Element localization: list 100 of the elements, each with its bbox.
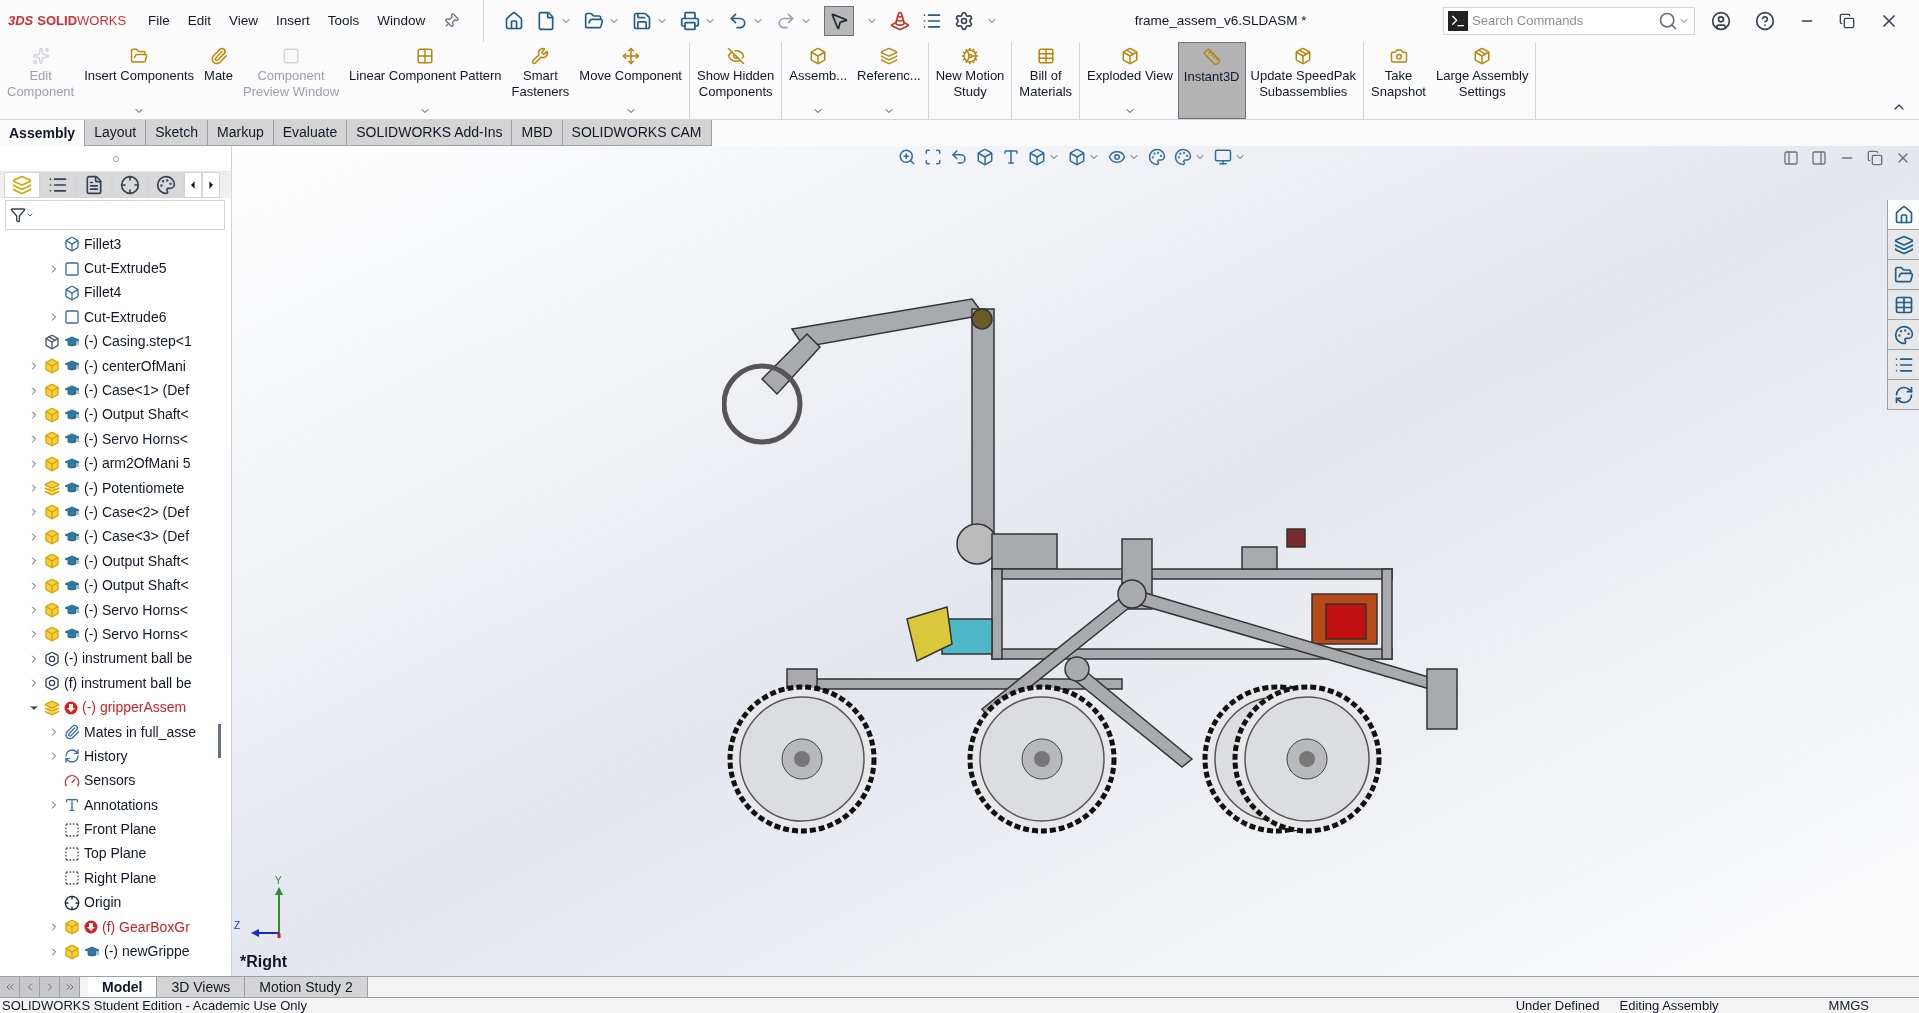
ribbon-button[interactable]: Move Component — [574, 42, 687, 119]
apply-scene-icon[interactable] — [1174, 148, 1192, 166]
hide-show-icon[interactable] — [1108, 148, 1126, 166]
crosshair-icon[interactable] — [112, 172, 148, 198]
home-icon[interactable] — [1893, 204, 1914, 225]
help-icon[interactable] — [1755, 11, 1775, 31]
command-tab[interactable]: SOLIDWORKS CAM — [562, 120, 712, 146]
tree-item-label[interactable]: (-) instrument ball be — [64, 648, 193, 670]
menu-item[interactable]: Tools — [327, 10, 360, 32]
tree-item-label[interactable]: Fillet3 — [84, 233, 122, 255]
command-tab[interactable]: Markup — [208, 120, 274, 146]
ribbon-button[interactable]: Show Hidden Components — [692, 42, 780, 119]
tree-item-label[interactable]: (-) Case<3> (Def — [84, 526, 190, 548]
tree-item-label[interactable]: Top Plane — [84, 843, 147, 865]
tree-item-label[interactable]: Right Plane — [84, 867, 157, 889]
section-view-icon[interactable] — [976, 148, 994, 166]
tree-item-label[interactable]: (-) Output Shaft< — [84, 575, 189, 597]
ribbon-button[interactable]: Mate — [199, 42, 238, 119]
ribbon-button[interactable]: New Motion Study — [930, 42, 1010, 119]
refresh-icon[interactable] — [1893, 384, 1914, 405]
command-tab[interactable]: MBD — [512, 120, 563, 146]
display-style-icon[interactable] — [1068, 148, 1086, 166]
parts-library-icon[interactable] — [1893, 234, 1914, 255]
tree-item-label[interactable]: Fillet4 — [84, 282, 122, 304]
ribbon-button[interactable]: Instant3D — [1177, 42, 1246, 119]
tree-item-label[interactable]: (-) Casing.step<1 — [84, 331, 192, 353]
menu-item[interactable]: File — [148, 10, 170, 32]
ribbon-button[interactable]: Update SpeedPak Subassemblies — [1245, 42, 1362, 119]
tree-item-label[interactable]: Annotations — [84, 794, 158, 816]
command-tab[interactable]: Sketch — [146, 120, 208, 146]
configuration-icon[interactable] — [76, 172, 112, 198]
select-button[interactable] — [824, 6, 855, 36]
scroll-left-button[interactable] — [184, 172, 202, 198]
user-account-icon[interactable] — [1711, 11, 1731, 31]
model-tab[interactable]: 3D Views — [157, 977, 246, 997]
ribbon-button[interactable]: Smart Fasteners — [506, 42, 575, 119]
redo-icon[interactable] — [776, 11, 797, 31]
appearances-icon[interactable] — [1893, 324, 1914, 345]
tree-item-label[interactable]: (-) Case<1> (Def — [84, 380, 190, 402]
scrollbar-thumb[interactable] — [218, 724, 221, 758]
tree-item-label[interactable]: History — [84, 745, 128, 767]
settings-icon[interactable] — [954, 11, 975, 31]
ribbon-button[interactable]: Bill of Materials — [1014, 42, 1078, 119]
ribbon-button[interactable]: Exploded View — [1082, 42, 1178, 119]
next-tab-button[interactable] — [40, 977, 60, 997]
zoom-area-icon[interactable] — [924, 148, 942, 166]
scroll-right-button[interactable] — [202, 172, 220, 198]
tree-item-label[interactable]: (f) GearBoxGr — [102, 916, 190, 938]
model-tab[interactable]: Model — [88, 977, 158, 997]
command-tab[interactable]: Evaluate — [273, 120, 348, 146]
menu-item[interactable]: Window — [377, 10, 426, 32]
edit-appearance-icon[interactable] — [1148, 148, 1166, 166]
search-box[interactable]: Search Commands — [1443, 7, 1695, 35]
tree-item-label[interactable]: (-) arm2OfMani 5 — [84, 453, 191, 475]
file-explorer-icon[interactable] — [1893, 264, 1914, 285]
print-icon[interactable] — [680, 11, 701, 31]
view-orientation-icon[interactable] — [1028, 148, 1046, 166]
tile-left-icon[interactable] — [1783, 150, 1799, 166]
search-icon[interactable] — [1658, 11, 1678, 31]
ribbon-button[interactable]: Referenc... — [852, 42, 926, 119]
view-palette-icon[interactable] — [1893, 294, 1914, 315]
tree-item-label[interactable]: (-) Servo Horns< — [84, 623, 188, 645]
ribbon-button[interactable]: Large Assembly Settings — [1431, 42, 1534, 119]
tree-item-label[interactable]: Mates in full_asse — [84, 721, 197, 743]
tree-item-label[interactable]: (-) Output Shaft< — [84, 550, 189, 572]
ribbon-button[interactable]: Linear Component Pattern — [344, 42, 507, 119]
tree-item-label[interactable]: (-) Servo Horns< — [84, 428, 188, 450]
units-button[interactable]: MMGS — [1828, 998, 1869, 1013]
property-list-icon[interactable] — [40, 172, 76, 198]
command-tab[interactable]: Layout — [85, 120, 147, 146]
menu-item[interactable]: Edit — [187, 10, 212, 32]
tree-item-label[interactable]: Origin — [84, 892, 122, 914]
menu-item[interactable]: Insert — [276, 10, 310, 32]
tree-item-label[interactable]: Front Plane — [84, 819, 157, 841]
new-document-icon[interactable] — [536, 11, 557, 31]
save-icon[interactable] — [632, 11, 653, 31]
tree-item-label[interactable]: (-) centerOfMani — [84, 355, 186, 377]
dynamic-annotation-icon[interactable] — [1002, 148, 1020, 166]
zoom-to-fit-icon[interactable] — [898, 148, 916, 166]
tree-item-label[interactable]: (f) instrument ball be — [64, 672, 192, 694]
appearance-icon[interactable] — [148, 172, 184, 198]
home-icon[interactable] — [504, 11, 525, 31]
tree-item-label[interactable]: Cut-Extrude6 — [84, 306, 167, 328]
previous-tab-button[interactable] — [20, 977, 40, 997]
restore-icon[interactable] — [1839, 13, 1855, 29]
tree-item-label[interactable]: Sensors — [84, 770, 136, 792]
model-tab[interactable]: Motion Study 2 — [245, 977, 368, 997]
search-field[interactable]: Search Commands — [1472, 11, 1658, 31]
tree-item-label[interactable]: (-) Potentiomete — [84, 477, 185, 499]
ribbon-button[interactable]: Insert Components — [79, 42, 200, 119]
previous-view-icon[interactable] — [950, 148, 968, 166]
menu-item[interactable]: View — [229, 10, 259, 32]
ribbon-button[interactable]: Assemb... — [784, 42, 853, 119]
tree-item-label[interactable]: (-) gripperAssem — [82, 697, 187, 719]
command-tab[interactable]: SOLIDWORKS Add-Ins — [347, 120, 513, 146]
last-tab-button[interactable] — [60, 977, 80, 997]
tree-item-label[interactable]: (-) Case<2> (Def — [84, 502, 190, 523]
open-folder-icon[interactable] — [584, 11, 605, 31]
first-tab-button[interactable] — [0, 977, 20, 997]
file-properties-icon[interactable] — [922, 11, 943, 31]
